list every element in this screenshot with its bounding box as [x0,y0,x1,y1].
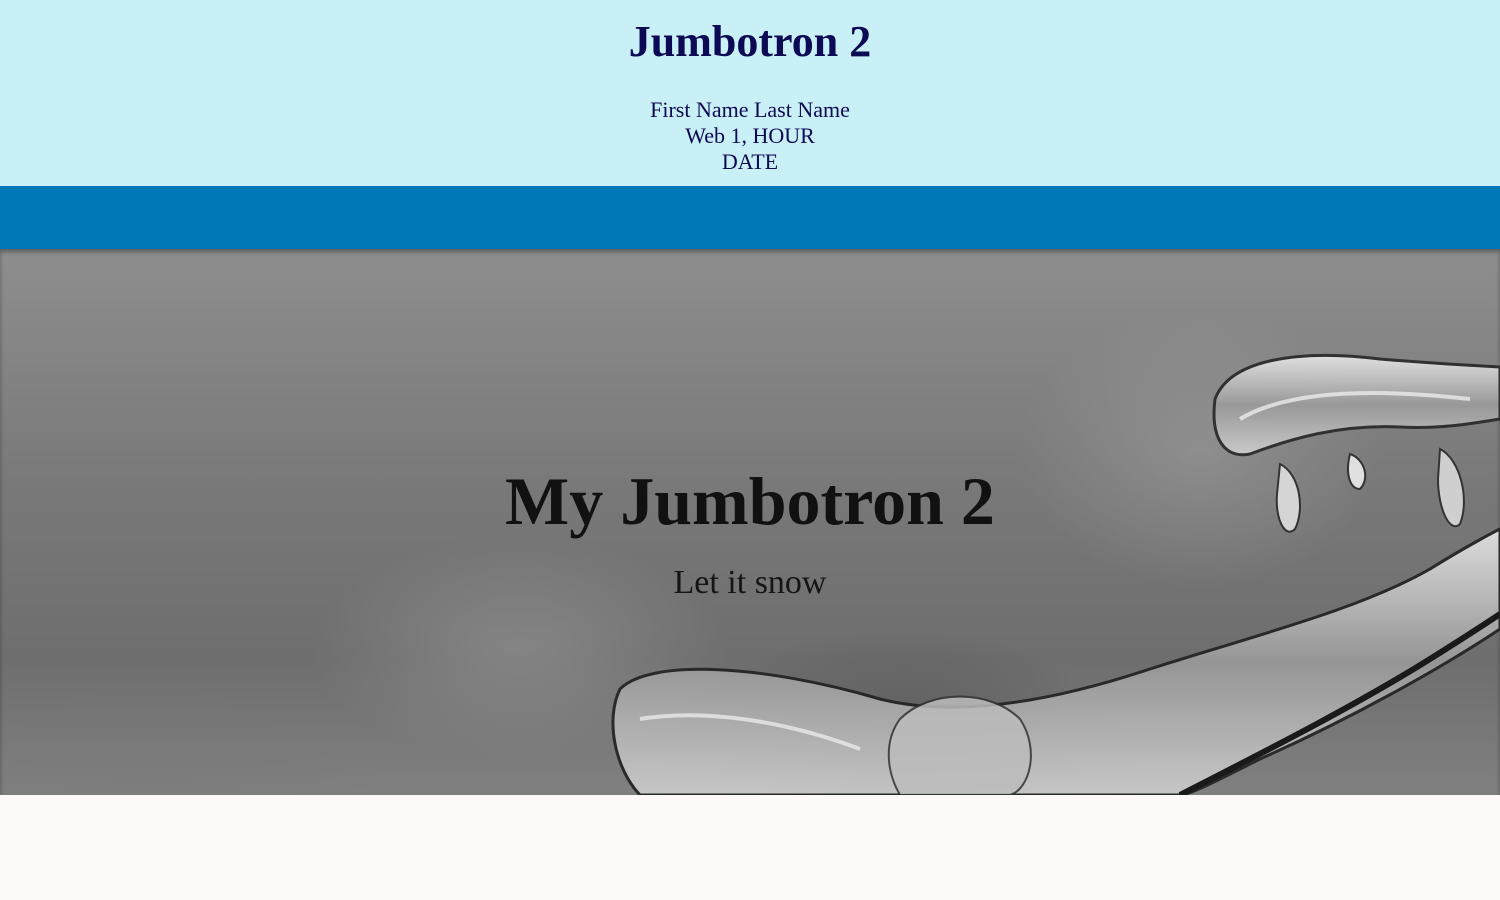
jumbotron: My Jumbotron 2 Let it snow [0,249,1500,795]
jumbotron-title: My Jumbotron 2 [505,463,995,539]
jumbotron-subtitle: Let it snow [673,564,827,601]
class-period: Web 1, HOUR [685,123,815,148]
page-title: Jumbotron 2 [628,17,872,66]
byline: First Name Last Name Web 1, HOUR DATE [0,97,1500,175]
date-text: DATE [721,149,779,174]
page-body [0,795,1500,900]
author-name: First Name Last Name [650,97,850,122]
page-header: Jumbotron 2 First Name Last Name Web 1, … [0,0,1500,186]
navbar [0,186,1500,249]
